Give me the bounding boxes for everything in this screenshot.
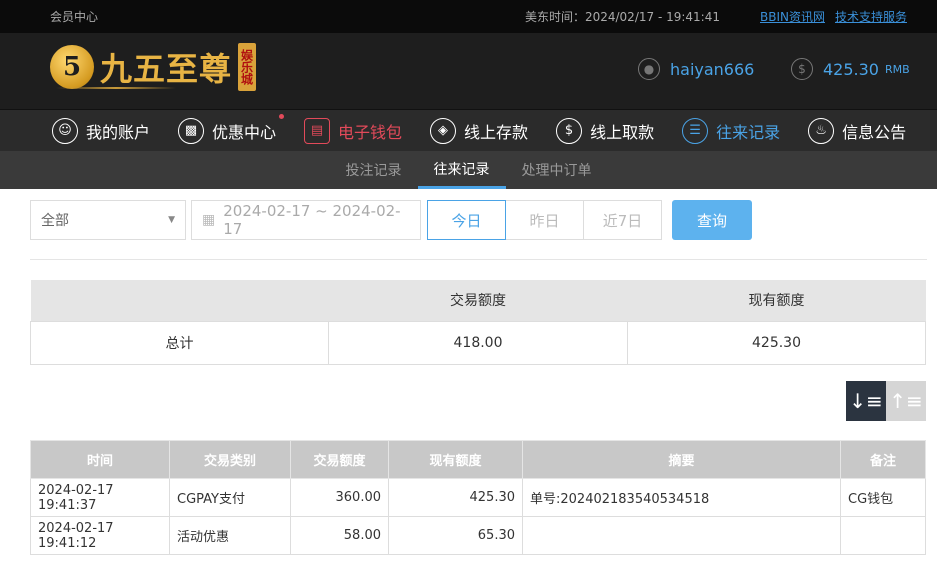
main-nav: ☺ 我的账户 ▩ 优惠中心 ▤ 电子钱包 ◈ 线上存款 $ 线上取款 ☰ 往来记…: [0, 109, 937, 151]
wallet-icon: ▤: [304, 117, 331, 144]
gift-icon: ▩: [178, 117, 205, 144]
sort-desc-icon[interactable]: ↓≡: [846, 381, 886, 421]
cell-note: CG钱包: [840, 478, 926, 517]
cell-type: 活动优惠: [169, 516, 291, 555]
tech-support-link[interactable]: 技术支持服务: [835, 8, 907, 25]
summary-row: 总计 418.00 425.30: [30, 320, 926, 365]
user-info[interactable]: ● haiyan666: [638, 58, 754, 80]
nav-label: 电子钱包: [338, 122, 403, 142]
nav-label: 往来记录: [716, 122, 781, 142]
column-header: 摘要: [522, 440, 841, 479]
yesterday-button[interactable]: 昨日: [505, 200, 584, 240]
nav-my-account[interactable]: ☺ 我的账户: [52, 117, 151, 144]
logo-text: 九五至尊: [100, 50, 233, 88]
date-range-input[interactable]: ▦ 2024-02-17 ~ 2024-02-17: [191, 200, 421, 240]
summary-header-row: 交易额度 现有额度: [30, 280, 926, 321]
cell-amount: 360.00: [290, 478, 389, 517]
summary-balance: 425.30: [627, 320, 926, 365]
cell-type: CGPAY支付: [169, 478, 291, 517]
nav-transactions[interactable]: ☰ 往来记录: [682, 117, 781, 144]
user-icon: ☺: [52, 117, 78, 144]
sub-nav: 投注记录 往来记录 处理中订单: [0, 151, 937, 189]
filter-bar: 全部 ▼ ▦ 2024-02-17 ~ 2024-02-17 今日 昨日 近7日…: [30, 200, 752, 240]
sort-controls: ↓≡ ↑≡: [846, 381, 926, 421]
header: 5 九五至尊 娱乐城 ● haiyan666 $ 425.30 RMB: [0, 33, 937, 109]
date-range-value: 2024-02-17 ~ 2024-02-17: [223, 202, 401, 238]
currency-label: RMB: [884, 62, 910, 76]
logo-tag: 娱乐城: [238, 43, 257, 91]
tab-transactions[interactable]: 往来记录: [417, 151, 506, 189]
type-select[interactable]: 全部 ▼: [30, 200, 186, 240]
balance-info: $ 425.30 RMB: [791, 58, 910, 80]
nav-label: 我的账户: [86, 122, 151, 142]
nav-promotions[interactable]: ▩ 优惠中心: [178, 113, 285, 144]
cell-note: [840, 516, 926, 555]
calendar-icon: ▦: [202, 212, 216, 228]
nav-e-wallet[interactable]: ▤ 电子钱包: [304, 117, 403, 144]
server-time: 美东时间：2024/02/17 - 19:41:41: [524, 10, 720, 24]
bbin-news-link[interactable]: BBIN资讯网: [760, 8, 825, 25]
column-header: 现有额度: [388, 440, 523, 479]
cell-time: 2024-02-17 19:41:12: [30, 516, 170, 555]
notification-dot: [279, 113, 285, 119]
cell-time: 2024-02-17 19:41:37: [30, 478, 170, 517]
chevron-down-icon: ▼: [168, 215, 175, 225]
logo-ornament: [56, 87, 176, 89]
summary-table: 交易额度 现有额度 总计 418.00 425.30: [30, 280, 926, 365]
cell-summary: 单号:202402183540534518: [522, 478, 841, 517]
summary-header: [30, 280, 329, 321]
nav-announcements[interactable]: ♨ 信息公告: [808, 117, 907, 144]
records-icon: ☰: [682, 117, 709, 144]
dollar-icon: $: [791, 58, 813, 80]
nav-label: 优惠中心: [212, 122, 277, 142]
withdraw-icon: $: [556, 117, 583, 144]
transactions-table: 时间 交易类别 交易额度 现有额度 摘要 备注 2024-02-17 19:41…: [30, 440, 926, 555]
today-button[interactable]: 今日: [427, 200, 506, 240]
tab-pending-orders[interactable]: 处理中订单: [506, 151, 608, 189]
quick-range: 今日 昨日 近7日: [427, 200, 662, 240]
nav-deposit[interactable]: ◈ 线上存款: [430, 117, 529, 144]
column-header: 交易额度: [290, 440, 389, 479]
column-header: 交易类别: [169, 440, 291, 479]
nav-label: 线上存款: [464, 122, 529, 142]
bell-icon: ♨: [808, 117, 835, 144]
column-header: 备注: [840, 440, 926, 479]
cell-balance: 425.30: [388, 478, 523, 517]
summary-amount: 418.00: [328, 320, 628, 365]
deposit-icon: ◈: [430, 117, 457, 144]
summary-header: 现有额度: [627, 280, 926, 321]
logo-emblem-icon: 5: [50, 45, 94, 89]
column-header: 时间: [30, 440, 170, 479]
table-row: 2024-02-17 19:41:37 CGPAY支付 360.00 425.3…: [30, 478, 926, 517]
table-header-row: 时间 交易类别 交易额度 现有额度 摘要 备注: [30, 440, 926, 479]
summary-label: 总计: [30, 320, 329, 365]
table-row: 2024-02-17 19:41:12 活动优惠 58.00 65.30: [30, 516, 926, 555]
balance-value: 425.30: [823, 59, 879, 79]
top-bar: 会员中心 美东时间：2024/02/17 - 19:41:41 BBIN资讯网 …: [0, 0, 937, 33]
tab-bet-records[interactable]: 投注记录: [330, 151, 418, 189]
nav-label: 信息公告: [842, 122, 907, 142]
summary-header: 交易额度: [328, 280, 628, 321]
divider: [30, 259, 927, 260]
query-button[interactable]: 查询: [672, 200, 752, 240]
sort-asc-icon[interactable]: ↑≡: [886, 381, 926, 421]
username: haiyan666: [670, 59, 755, 79]
cell-amount: 58.00: [290, 516, 389, 555]
cell-summary: [522, 516, 841, 555]
nav-label: 线上取款: [590, 122, 655, 142]
cell-balance: 65.30: [388, 516, 523, 555]
nav-withdraw[interactable]: $ 线上取款: [556, 117, 655, 144]
type-select-value: 全部: [41, 213, 69, 229]
member-center-label: 会员中心: [50, 10, 99, 24]
user-icon: ●: [638, 58, 660, 80]
logo[interactable]: 5 九五至尊 娱乐城: [50, 43, 257, 91]
last7-button[interactable]: 近7日: [583, 200, 662, 240]
